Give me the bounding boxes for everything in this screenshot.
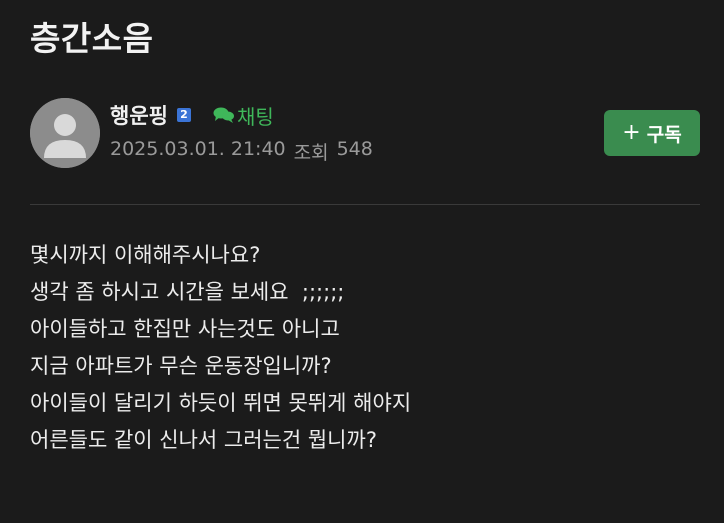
chat-link[interactable]: 채팅 [213,101,274,130]
post-date: 2025.03.01. 21:40 [110,138,286,160]
level-badge: 2 [176,108,191,122]
body-line: 생각 좀 하시고 시간을 보세요 ;;;;;; [30,280,345,304]
post-page: 층간소음 행운핑 2 채팅 2025.03.01. 21:40 조회 548 +… [0,0,724,523]
author-avatar[interactable] [30,98,100,168]
chat-label: 채팅 [236,104,274,129]
post-meta: 2025.03.01. 21:40 조회 548 [110,138,373,165]
chat-bubbles-icon [213,107,234,123]
subscribe-label: 구독 [646,123,682,146]
subscribe-button[interactable]: + 구독 [604,110,700,156]
post-title: 층간소음 [30,19,154,58]
body-line: 지금 아파트가 무슨 운동장입니까? [30,354,332,378]
body-line: 몇시까지 이해해주시나요? [30,243,261,267]
body-line: 아이들하고 한집만 사는것도 아니고 [30,317,340,341]
body-line: 아이들이 달리기 하듯이 뛰면 못뛰게 해야지 [30,391,412,415]
body-line: 어른들도 같이 신나서 그러는건 뭡니까? [30,428,377,452]
author-row: 행운핑 2 채팅 [110,100,274,130]
plus-icon: + [622,120,641,145]
author-name[interactable]: 행운핑 [110,100,168,130]
post-body: 몇시까지 이해해주시나요? 생각 좀 하시고 시간을 보세요 ;;;;;; 아이… [30,243,411,465]
views-count: 548 [336,138,373,160]
views-label: 조회 [293,142,329,164]
divider [30,204,700,205]
default-avatar-icon [30,98,100,168]
